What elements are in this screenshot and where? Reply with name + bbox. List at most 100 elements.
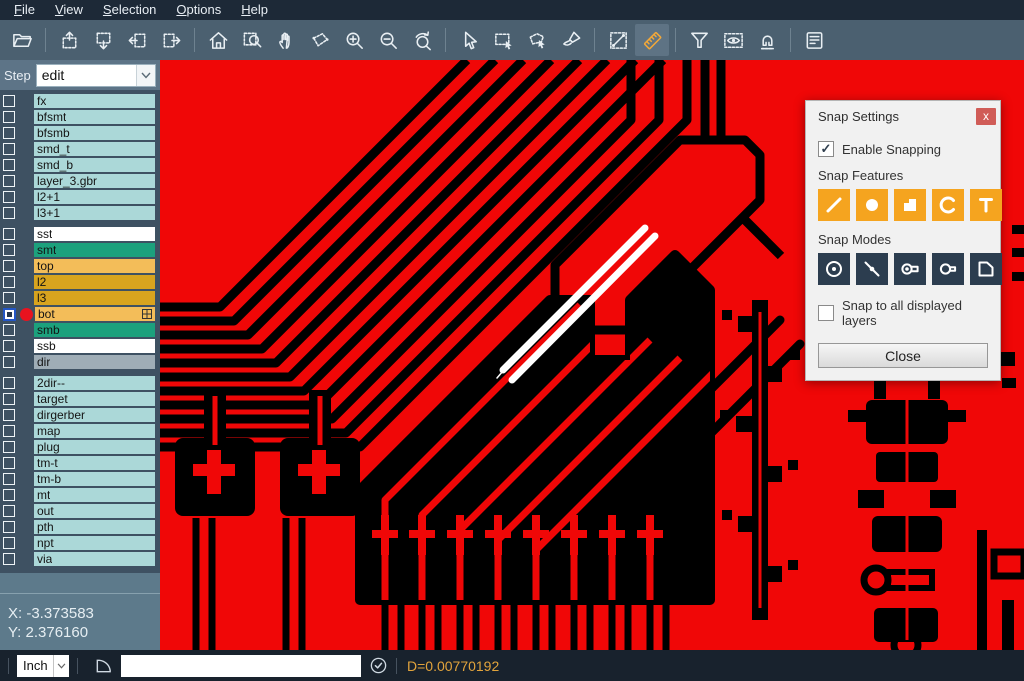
layer-row[interactable]: dirgerber [0, 408, 160, 422]
menu-view[interactable]: View [45, 1, 93, 19]
layer-visibility-checkbox[interactable] [3, 276, 15, 288]
layer-row[interactable]: layer_3.gbr [0, 174, 160, 188]
measure-ruler-button[interactable] [635, 24, 669, 56]
layer-row[interactable]: l3 [0, 291, 160, 305]
layer-name-cell[interactable]: dirgerber [34, 408, 155, 422]
menu-file[interactable]: File [4, 1, 45, 19]
layer-name-cell[interactable]: ssb [34, 339, 155, 353]
layer-visibility-checkbox[interactable] [3, 324, 15, 336]
layer-visibility-checkbox[interactable] [3, 207, 15, 219]
select-cursor-button[interactable] [452, 24, 486, 56]
layer-row[interactable]: pth [0, 520, 160, 534]
layer-row[interactable]: smd_b [0, 158, 160, 172]
zoom-polygon-button[interactable] [303, 24, 337, 56]
layer-name-cell[interactable]: smd_b [34, 158, 155, 172]
layer-name-cell[interactable]: 2dir-- [34, 376, 155, 390]
zoom-out-button[interactable] [371, 24, 405, 56]
enable-snapping-checkbox[interactable]: ✓ [818, 141, 834, 157]
all-layers-checkbox[interactable] [818, 305, 834, 321]
layer-name-cell[interactable]: mt [34, 488, 155, 502]
layer-name-cell[interactable]: l2 [34, 275, 155, 289]
layer-visibility-checkbox[interactable] [3, 489, 15, 501]
layer-row[interactable]: l2+1 [0, 190, 160, 204]
layer-name-cell[interactable]: plug [34, 440, 155, 454]
paint-brush-button[interactable] [554, 24, 588, 56]
step-dropdown[interactable]: edit [36, 64, 156, 87]
layer-visibility-checkbox[interactable] [3, 111, 15, 123]
layer-visibility-checkbox[interactable] [3, 191, 15, 203]
layer-visibility-checkbox[interactable] [3, 260, 15, 272]
layer-row[interactable]: plug [0, 440, 160, 454]
layer-name-cell[interactable]: target [34, 392, 155, 406]
layer-row[interactable]: out [0, 504, 160, 518]
layer-name-cell[interactable]: smb [34, 323, 155, 337]
layer-row[interactable]: bfsmt [0, 110, 160, 124]
zoom-home-button[interactable] [201, 24, 235, 56]
layer-row[interactable]: 2dir-- [0, 376, 160, 390]
snap-feature-pad-button[interactable] [856, 189, 888, 221]
layer-row[interactable]: ssb [0, 339, 160, 353]
layer-row[interactable]: sst [0, 227, 160, 241]
layer-name-cell[interactable]: bot [35, 307, 155, 321]
layer-name-cell[interactable]: out [34, 504, 155, 518]
zoom-previous-button[interactable] [405, 24, 439, 56]
dialog-title-bar[interactable]: Snap Settings x [806, 101, 1000, 129]
layer-visibility-checkbox[interactable] [3, 393, 15, 405]
report-list-button[interactable] [797, 24, 831, 56]
command-input[interactable] [121, 655, 361, 677]
chevron-down-icon[interactable] [136, 65, 155, 86]
snap-feature-surface-button[interactable] [894, 189, 926, 221]
layer-row[interactable]: target [0, 392, 160, 406]
layer-name-cell[interactable]: pth [34, 520, 155, 534]
scroll-down-button[interactable] [86, 24, 120, 56]
filter-button[interactable] [682, 24, 716, 56]
layer-row[interactable]: smd_t [0, 142, 160, 156]
layer-visibility-checkbox[interactable] [3, 425, 15, 437]
snap-mode-point-on-line-button[interactable] [856, 253, 888, 285]
layer-name-cell[interactable]: l3 [34, 291, 155, 305]
view-window-button[interactable] [716, 24, 750, 56]
layer-name-cell[interactable]: bfsmb [34, 126, 155, 140]
layer-visibility-checkbox[interactable] [3, 441, 15, 453]
layer-name-cell[interactable]: npt [34, 536, 155, 550]
snap-mode-center-button[interactable] [818, 253, 850, 285]
layer-row[interactable]: smb [0, 323, 160, 337]
layer-visibility-checkbox[interactable] [3, 95, 15, 107]
layer-visibility-checkbox[interactable] [3, 473, 15, 485]
measure-points-button[interactable] [601, 24, 635, 56]
layer-row[interactable]: smt [0, 243, 160, 257]
layer-name-cell[interactable]: tm-t [34, 456, 155, 470]
layer-row[interactable]: tm-b [0, 472, 160, 486]
layer-visibility-checkbox[interactable] [3, 356, 15, 368]
layer-name-cell[interactable]: dir [34, 355, 155, 369]
select-rectangle-button[interactable] [486, 24, 520, 56]
layer-visibility-checkbox[interactable] [3, 377, 15, 389]
layer-visibility-checkbox[interactable] [3, 457, 15, 469]
enable-snapping-row[interactable]: ✓ Enable Snapping [818, 141, 988, 157]
sync-check-icon[interactable] [369, 656, 388, 675]
layer-name-cell[interactable]: tm-b [34, 472, 155, 486]
layer-name-cell[interactable]: top [34, 259, 155, 273]
layer-row[interactable]: l2 [0, 275, 160, 289]
pan-hand-button[interactable] [269, 24, 303, 56]
layer-row[interactable]: l3+1 [0, 206, 160, 220]
layer-visibility-checkbox[interactable] [3, 292, 15, 304]
layer-name-cell[interactable]: fx [34, 94, 155, 108]
select-polygon-button[interactable] [520, 24, 554, 56]
layer-visibility-checkbox[interactable] [3, 340, 15, 352]
layer-row[interactable]: dir [0, 355, 160, 369]
layer-name-cell[interactable]: map [34, 424, 155, 438]
snap-feature-text-button[interactable] [970, 189, 1002, 221]
layer-name-cell[interactable]: l2+1 [34, 190, 155, 204]
layer-visibility-checkbox[interactable] [3, 409, 15, 421]
layer-name-cell[interactable]: via [34, 552, 155, 566]
layer-row[interactable]: bfsmb [0, 126, 160, 140]
open-file-button[interactable] [5, 24, 39, 56]
layer-visibility-checkbox[interactable] [3, 159, 15, 171]
scroll-up-button[interactable] [52, 24, 86, 56]
layer-name-cell[interactable]: layer_3.gbr [34, 174, 155, 188]
snap-mode-contour-button[interactable] [970, 253, 1002, 285]
zoom-window-button[interactable] [235, 24, 269, 56]
snap-magnet-button[interactable] [750, 24, 784, 56]
layer-name-cell[interactable]: smd_t [34, 142, 155, 156]
